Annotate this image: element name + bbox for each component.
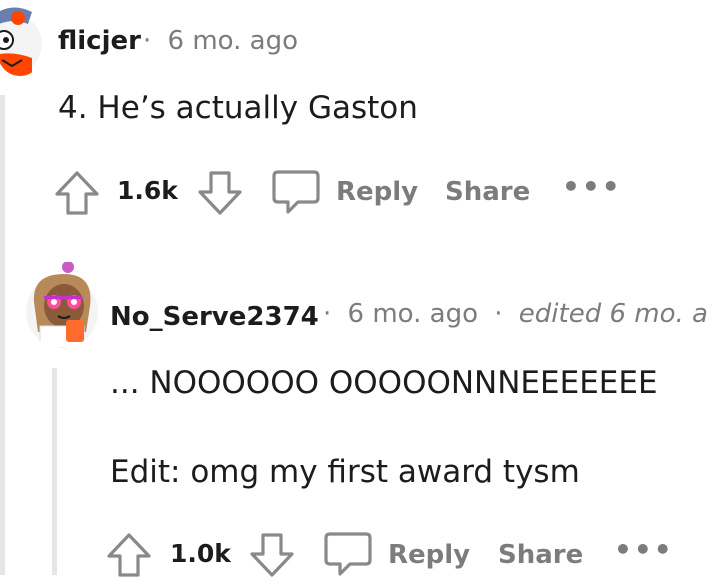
- more-options-icon[interactable]: •••: [614, 533, 674, 566]
- author-name[interactable]: No_Serve2374: [110, 302, 319, 332]
- more-options-icon[interactable]: •••: [562, 170, 622, 203]
- meta-separator: ·: [143, 26, 152, 56]
- avatar-image: [26, 262, 98, 348]
- avatar[interactable]: [24, 262, 100, 348]
- vote-count: 1.0k: [170, 539, 231, 568]
- vote-count: 1.6k: [117, 176, 178, 205]
- comment-bubble-icon[interactable]: [272, 168, 320, 220]
- reply-button[interactable]: Reply: [388, 540, 470, 570]
- comment-body: 4. He’s actually Gaston: [58, 90, 418, 126]
- timestamp[interactable]: 6 mo. ago: [348, 299, 478, 329]
- author-name[interactable]: flicjer: [58, 26, 141, 56]
- comment-bubble-icon[interactable]: [324, 530, 372, 582]
- share-button[interactable]: Share: [445, 177, 530, 207]
- avatar-image: [0, 7, 42, 76]
- downvote-icon[interactable]: [197, 170, 243, 220]
- meta-separator: ·: [323, 299, 332, 329]
- meta-separator: ·: [494, 299, 503, 329]
- comment-body-line: Edit: omg my first award tysm: [110, 454, 580, 490]
- thread-line-main[interactable]: [0, 95, 5, 575]
- edited-label: edited 6 mo. ago: [518, 299, 708, 329]
- thread-line-reply[interactable]: [52, 368, 57, 575]
- upvote-icon[interactable]: [54, 170, 100, 220]
- timestamp[interactable]: 6 mo. ago: [168, 26, 298, 56]
- share-button[interactable]: Share: [498, 540, 583, 570]
- comment-meta: · 6 mo. ago: [143, 26, 298, 56]
- reply-button[interactable]: Reply: [336, 177, 418, 207]
- avatar[interactable]: [0, 0, 42, 76]
- comment-meta: · 6 mo. ago · edited 6 mo. ago: [323, 299, 708, 329]
- comment-body-line: ... NOOOOOO OOOOONNNEEEEEEE: [110, 365, 658, 401]
